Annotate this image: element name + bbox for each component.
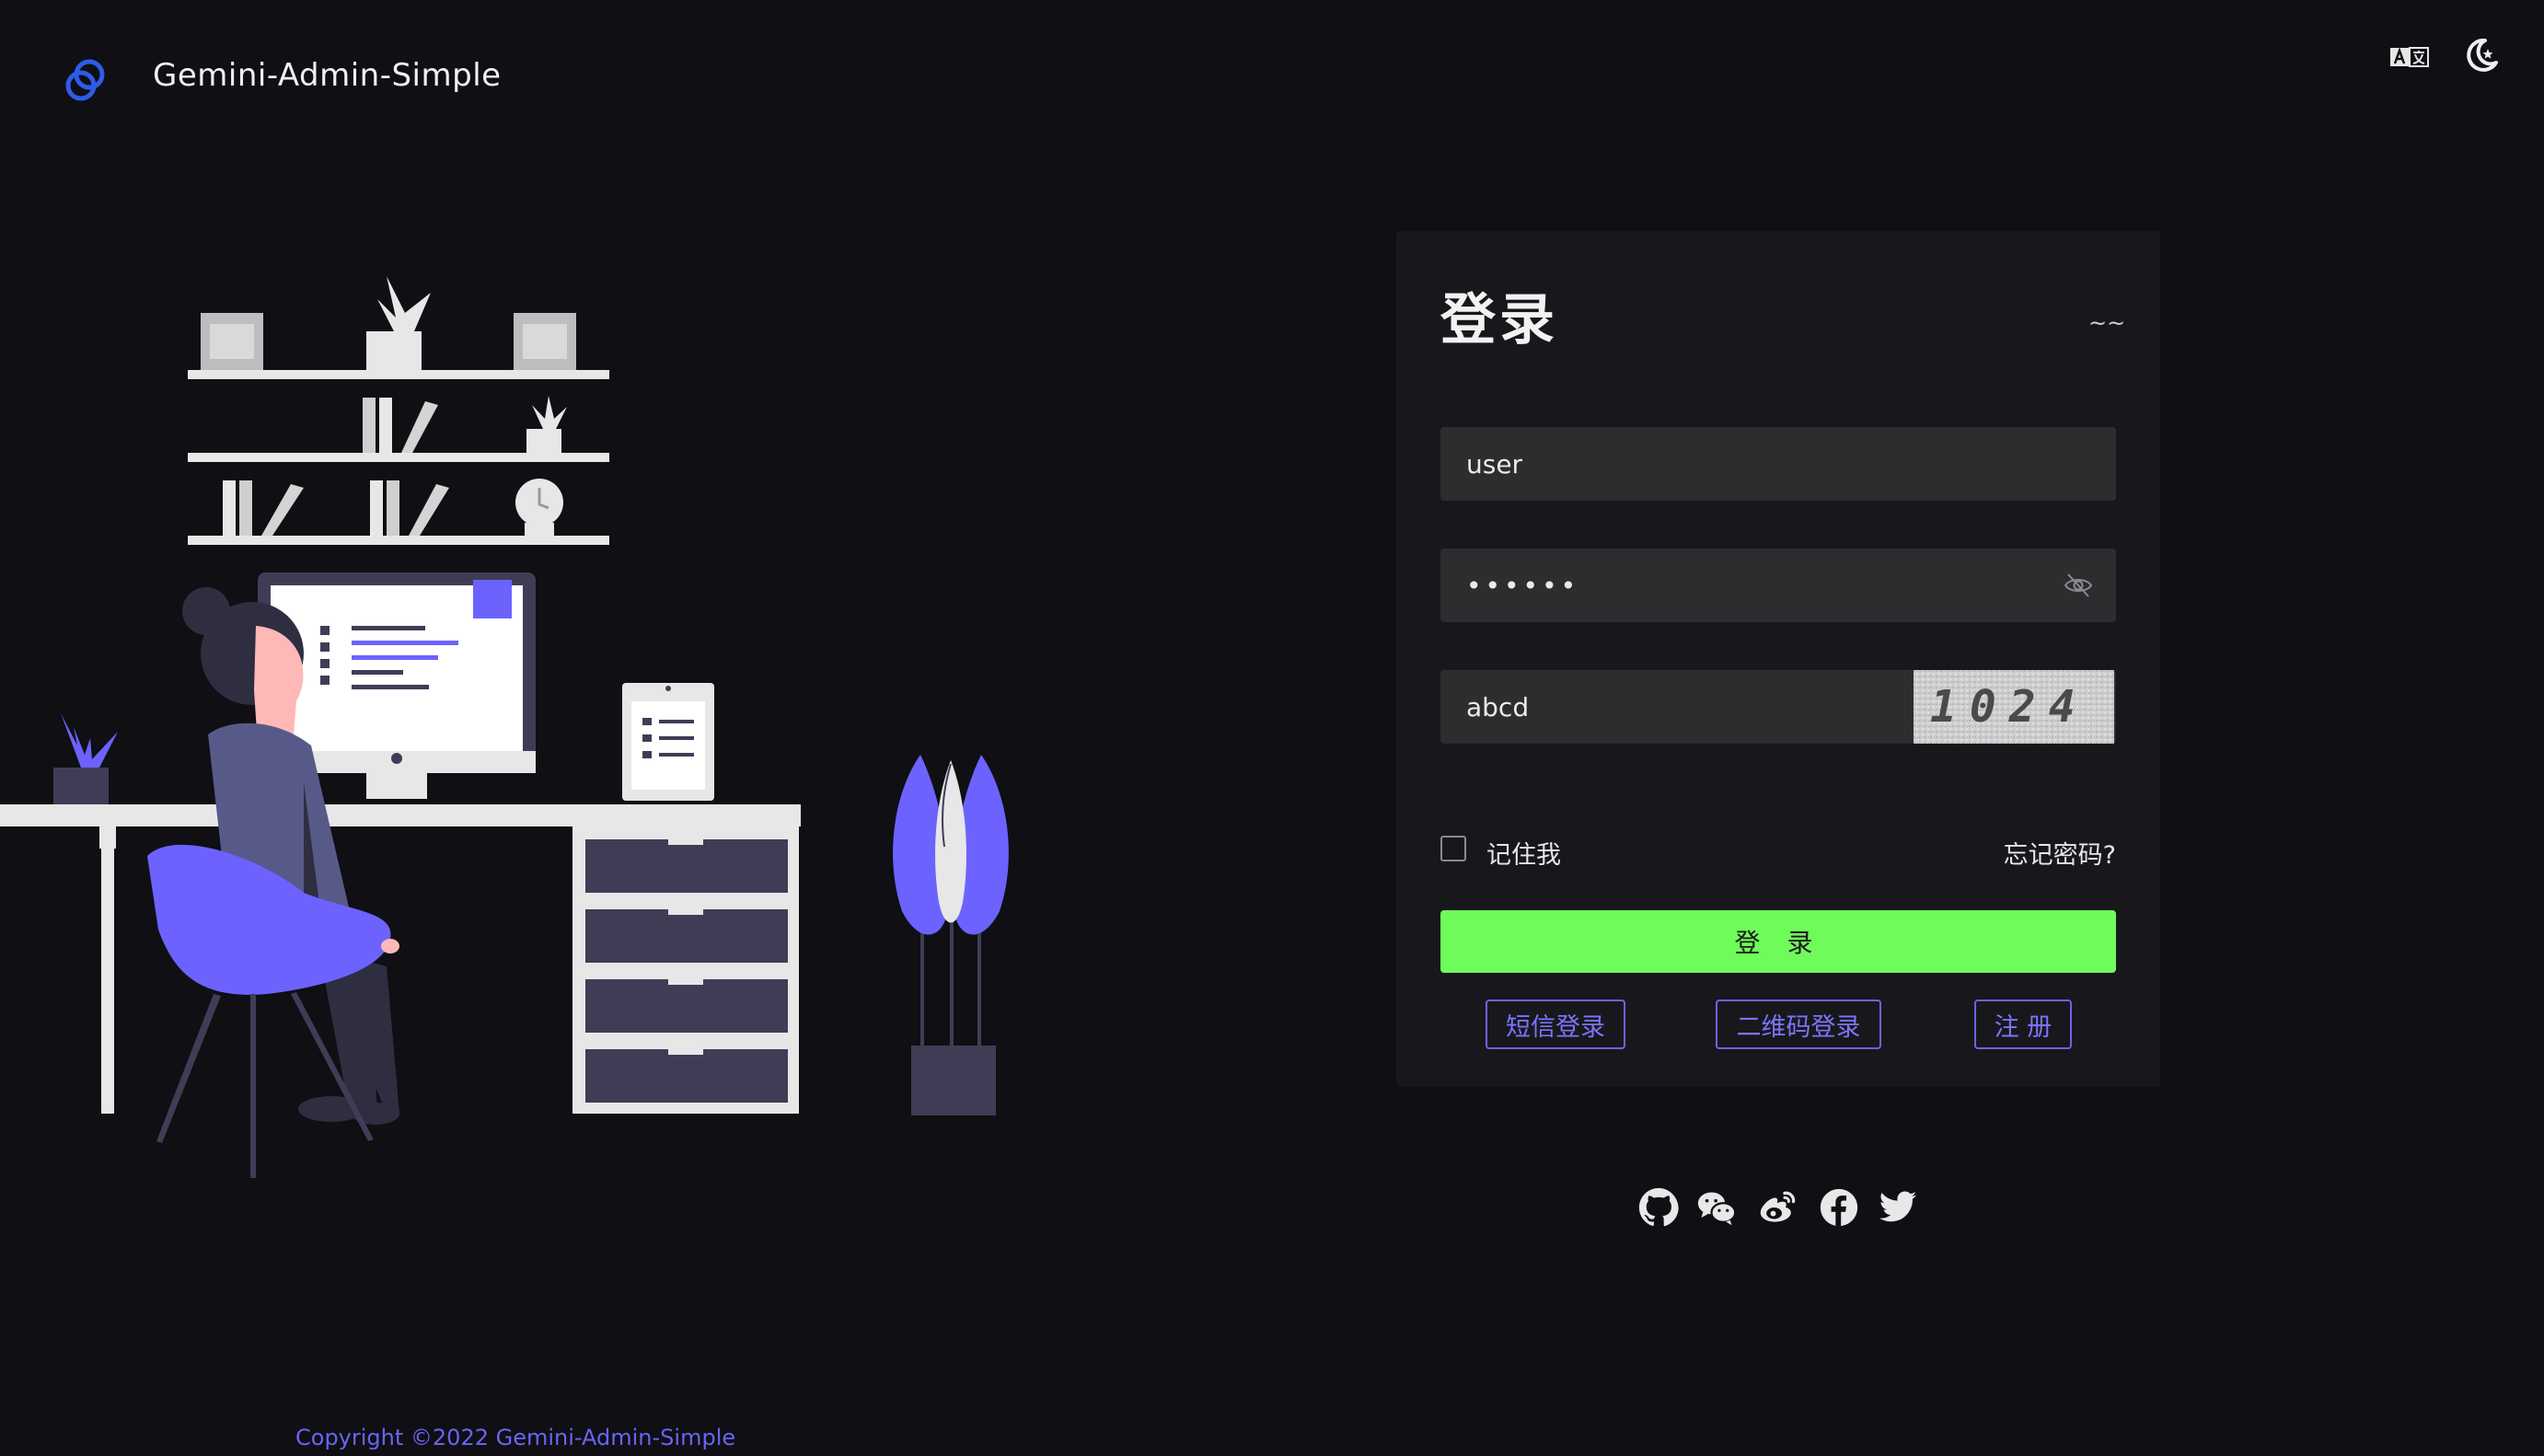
password-input[interactable] <box>1440 549 2029 622</box>
login-button[interactable]: 登 录 <box>1440 910 2116 973</box>
sms-login-button[interactable]: 短信登录 <box>1486 1000 1625 1049</box>
translate-icon[interactable] <box>2389 40 2430 72</box>
title-decoration: ~~ <box>2088 310 2126 336</box>
copyright-text: Copyright ©2022 Gemini-Admin-Simple <box>295 1425 736 1450</box>
eye-off-icon[interactable] <box>2063 571 2094 600</box>
password-field[interactable] <box>1440 549 2116 622</box>
captcha-text: 1024 <box>1930 681 2088 733</box>
tablet <box>622 683 714 801</box>
remember-label: 记住我 <box>1486 841 1561 870</box>
captcha-image[interactable]: 1024 <box>1914 670 2114 744</box>
register-button[interactable]: 注 册 <box>1974 1000 2072 1049</box>
username-field[interactable] <box>1440 427 2116 501</box>
floor-plant <box>893 755 1009 1115</box>
desk-plant <box>53 713 118 804</box>
bookshelf <box>188 276 609 545</box>
twitter-icon[interactable] <box>1878 1187 1918 1228</box>
facebook-icon[interactable] <box>1819 1187 1859 1228</box>
app-title: Gemini-Admin-Simple <box>153 57 502 94</box>
wechat-icon[interactable] <box>1696 1187 1737 1228</box>
weibo-icon[interactable] <box>1758 1187 1798 1228</box>
remember-me[interactable]: 记住我 <box>1440 835 1588 870</box>
captcha-field[interactable]: 1024 <box>1440 670 2116 744</box>
workspace-illustration <box>0 276 1009 1178</box>
gemini-logo-icon <box>65 59 105 101</box>
moon-icon[interactable] <box>2463 37 2500 74</box>
forgot-password-link[interactable]: 忘记密码? <box>2004 835 2116 871</box>
remember-checkbox[interactable] <box>1440 836 1466 861</box>
login-title: 登录 <box>1440 288 1558 352</box>
login-card: 登录 ~~ 1024 记住我 <box>1396 231 2160 1087</box>
qr-login-button[interactable]: 二维码登录 <box>1716 1000 1881 1049</box>
captcha-input[interactable] <box>1440 670 1910 744</box>
github-icon[interactable] <box>1638 1187 1679 1228</box>
desk <box>0 804 801 1114</box>
username-input[interactable] <box>1440 427 2116 501</box>
